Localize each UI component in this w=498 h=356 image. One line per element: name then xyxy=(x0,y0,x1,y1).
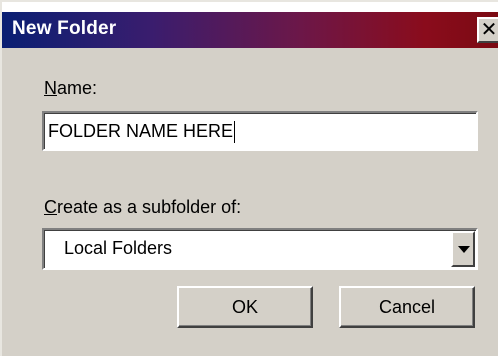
close-button[interactable]: ✕ xyxy=(477,17,498,43)
parent-folder-select[interactable]: Local Folders xyxy=(42,228,478,270)
ok-button[interactable]: OK xyxy=(177,286,313,328)
name-label-accelerator: N xyxy=(44,78,57,98)
subfolder-label-text: reate as a subfolder of: xyxy=(57,197,242,217)
name-label-text: ame: xyxy=(57,78,98,98)
close-icon: ✕ xyxy=(480,19,498,41)
dropdown-button[interactable] xyxy=(451,231,475,267)
cancel-button[interactable]: Cancel xyxy=(339,286,475,328)
new-folder-dialog: New Folder ✕ Name: FOLDER NAME HERE Crea… xyxy=(0,0,498,356)
folder-name-value: FOLDER NAME HERE xyxy=(48,121,234,141)
folder-name-input[interactable]: FOLDER NAME HERE xyxy=(42,111,478,151)
subfolder-label: Create as a subfolder of: xyxy=(44,197,241,218)
dialog-title: New Folder xyxy=(12,18,117,39)
parent-folder-selected: Local Folders xyxy=(64,238,173,258)
text-caret xyxy=(234,121,236,144)
title-bar[interactable]: New Folder ✕ xyxy=(2,2,498,48)
name-label: Name: xyxy=(44,78,97,99)
subfolder-label-accelerator: C xyxy=(44,197,57,217)
